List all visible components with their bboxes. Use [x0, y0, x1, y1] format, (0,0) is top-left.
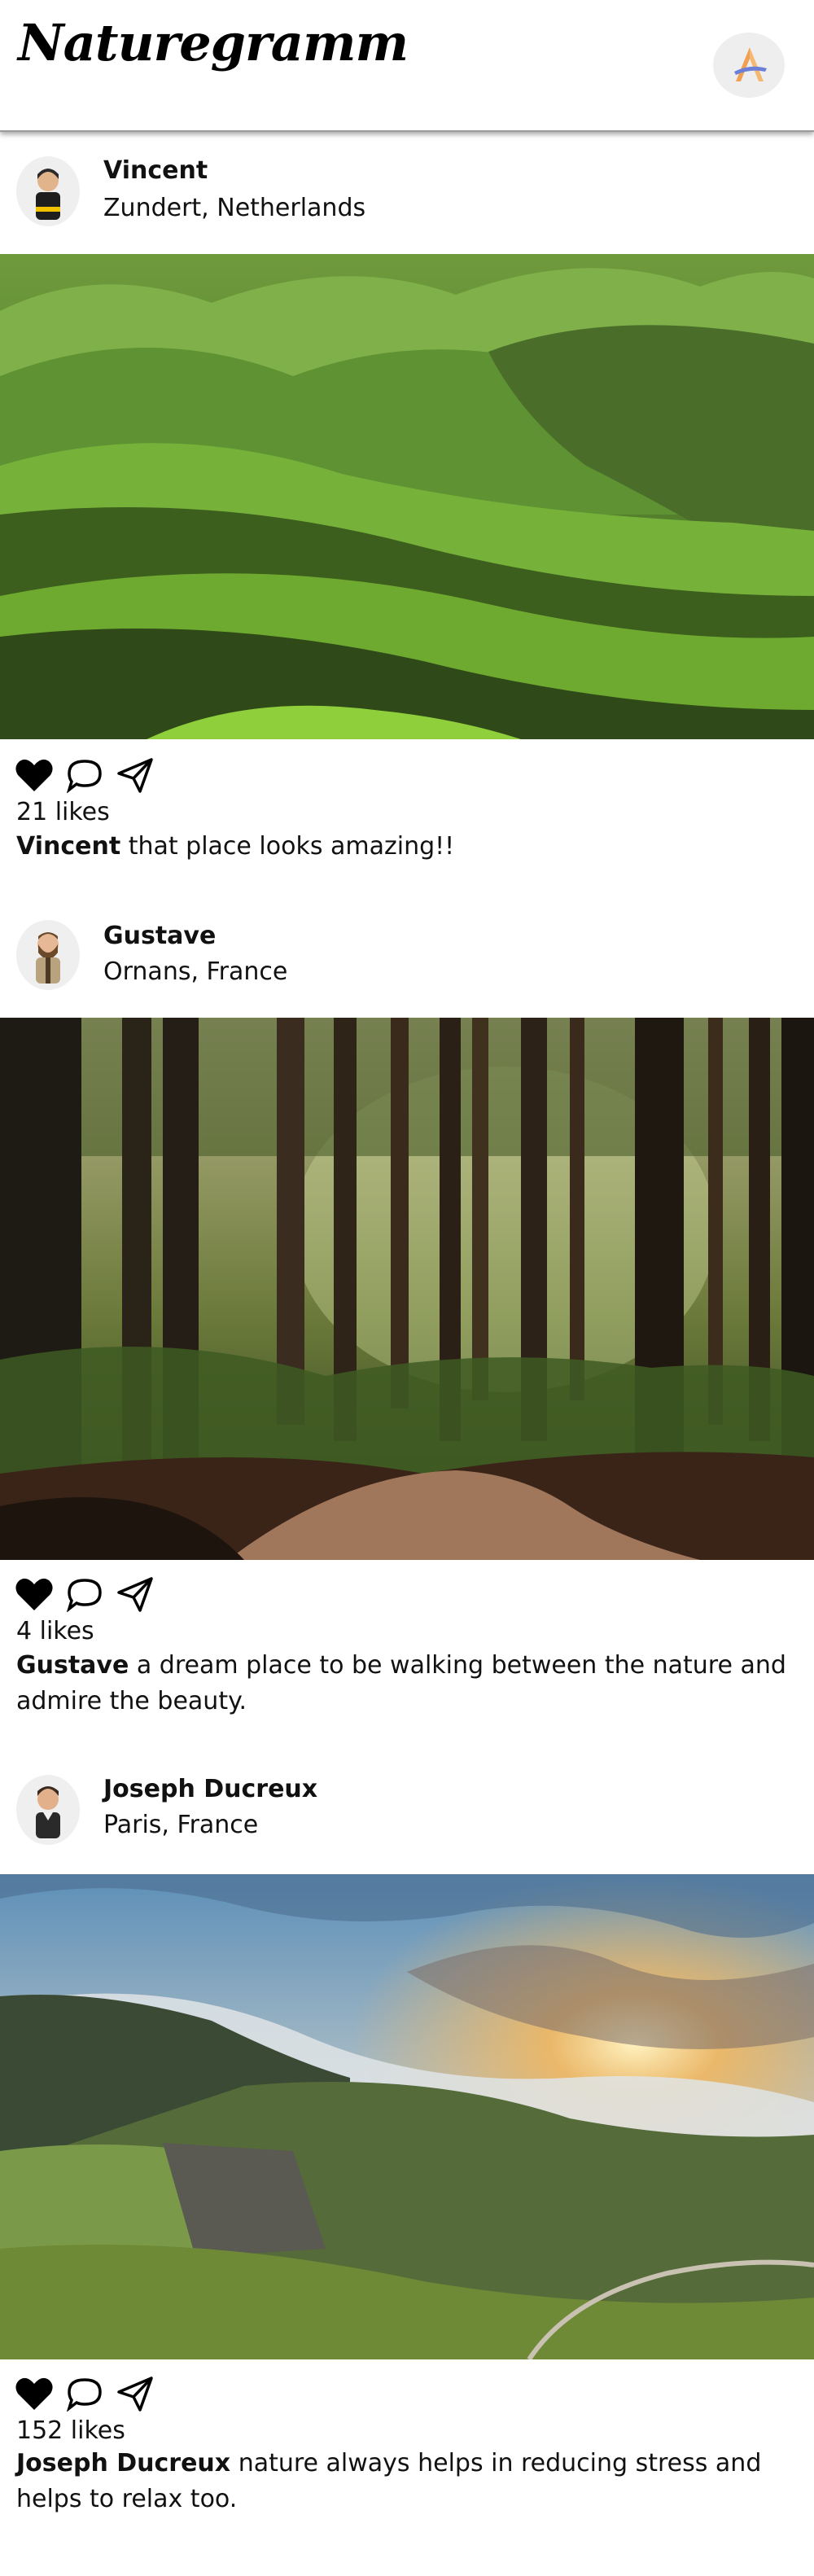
post-photo[interactable]: [0, 254, 814, 739]
post-caption: Joseph Ducreux nature always helps in re…: [16, 2446, 802, 2517]
post-location[interactable]: Paris, France: [103, 1811, 258, 1839]
likes-count[interactable]: 152 likes: [16, 2416, 125, 2445]
top-app-bar: Naturegramm: [0, 0, 814, 132]
share-icon[interactable]: [116, 1576, 155, 1612]
caption-text: a dream place to be walking between the …: [16, 1651, 786, 1715]
post-location[interactable]: Zundert, Netherlands: [103, 194, 365, 222]
avatar[interactable]: [16, 920, 80, 990]
caption-text: that place looks amazing!!: [120, 832, 455, 861]
post-card: Joseph Ducreux Paris, France 152 likes J…: [0, 1752, 814, 2576]
likes-count[interactable]: 4 likes: [16, 1617, 94, 1645]
comment-icon[interactable]: [65, 1576, 104, 1612]
heart-icon[interactable]: [15, 2376, 54, 2412]
caption-username[interactable]: Gustave: [16, 1651, 129, 1680]
post-photo[interactable]: [0, 1018, 814, 1560]
share-icon[interactable]: [116, 2376, 155, 2412]
avatar[interactable]: [16, 156, 80, 226]
post-username[interactable]: Vincent: [103, 156, 208, 185]
heart-icon[interactable]: [15, 1576, 54, 1612]
comment-icon[interactable]: [65, 757, 104, 793]
comment-icon[interactable]: [65, 2376, 104, 2412]
likes-count[interactable]: 21 likes: [16, 798, 110, 826]
app-logo[interactable]: Naturegramm: [18, 18, 409, 68]
heart-icon[interactable]: [15, 757, 54, 793]
post-username[interactable]: Joseph Ducreux: [103, 1775, 317, 1803]
post-username[interactable]: Gustave: [103, 922, 216, 950]
post-header: Joseph Ducreux Paris, France: [0, 1752, 814, 1874]
post-card: Gustave Ornans, France 4 likes Gustave a…: [0, 896, 814, 1715]
post-header: Vincent Zundert, Netherlands: [0, 132, 814, 254]
post-actions: [15, 757, 177, 798]
post-caption: Vincent that place looks amazing!!: [16, 829, 802, 865]
caption-username[interactable]: Vincent: [16, 832, 120, 861]
post-caption: Gustave a dream place to be walking betw…: [16, 1648, 802, 1720]
post-actions: [15, 1576, 177, 1617]
share-icon[interactable]: [116, 757, 155, 793]
app-logo-icon: [734, 47, 767, 81]
post-location[interactable]: Ornans, France: [103, 957, 287, 986]
profile-badge-button[interactable]: [713, 33, 785, 98]
avatar[interactable]: [16, 1775, 80, 1845]
post-header: Gustave Ornans, France: [0, 896, 814, 1018]
caption-username[interactable]: Joseph Ducreux: [16, 2449, 230, 2477]
post-card: Vincent Zundert, Netherlands 21 likes Vi…: [0, 132, 814, 889]
post-photo[interactable]: [0, 1874, 814, 2359]
post-actions: [15, 2376, 177, 2416]
